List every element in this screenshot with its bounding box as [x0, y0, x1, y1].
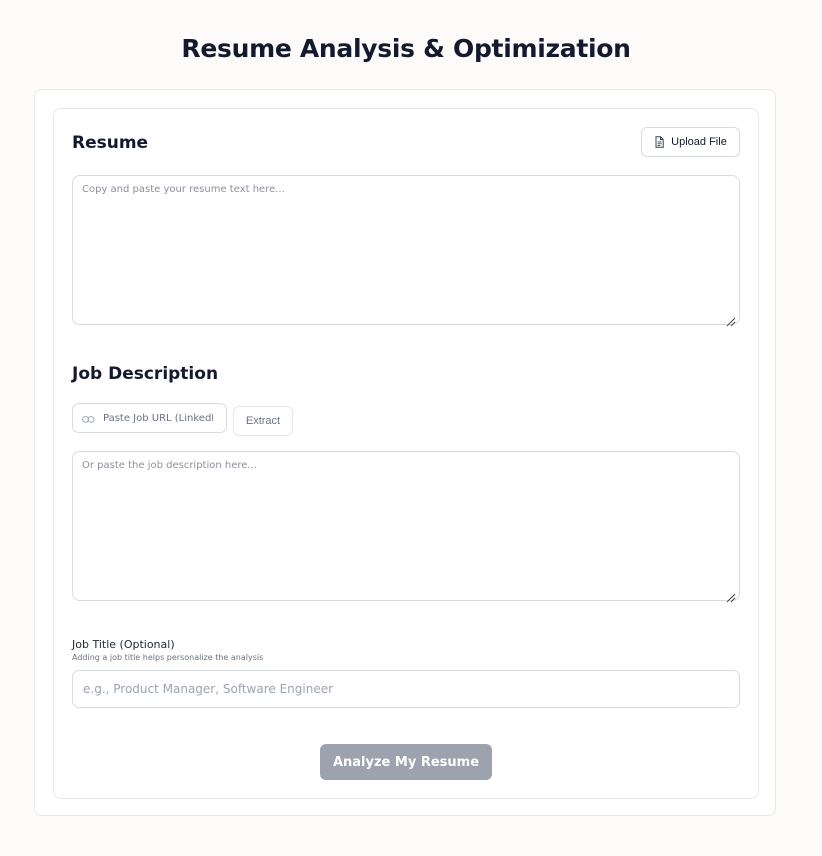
page-title: Resume Analysis & Optimization [181, 34, 631, 63]
job-title-label: Job Title (Optional) [72, 638, 175, 651]
job-description-textarea[interactable] [72, 451, 740, 601]
extract-button[interactable]: Extract [233, 406, 293, 436]
job-url-field[interactable] [72, 403, 227, 433]
upload-file-button[interactable]: Upload File [641, 127, 740, 157]
job-title-input[interactable] [72, 670, 740, 708]
file-text-icon [654, 136, 665, 148]
resize-grip-icon[interactable] [726, 588, 736, 603]
job-description-heading: Job Description [72, 364, 219, 384]
link-icon [82, 409, 95, 428]
resume-heading: Resume [72, 133, 149, 153]
analyze-resume-button[interactable]: Analyze My Resume [320, 744, 492, 780]
upload-file-label: Upload File [671, 136, 727, 148]
resume-textarea[interactable] [72, 175, 740, 325]
job-title-help-text: Adding a job title helps personalize the… [72, 653, 264, 662]
job-url-input[interactable] [103, 412, 213, 424]
resize-grip-icon[interactable] [726, 312, 736, 327]
